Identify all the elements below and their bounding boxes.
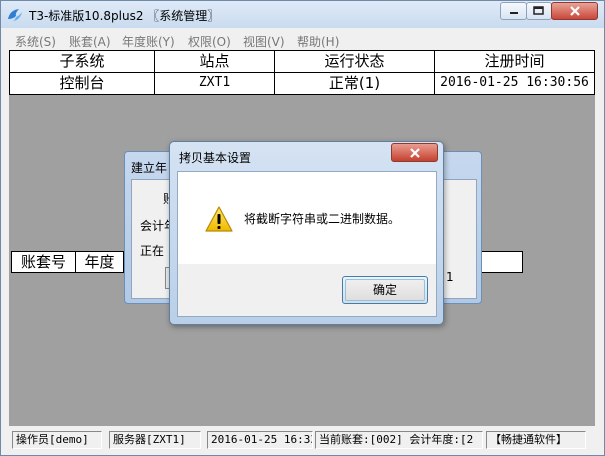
menu-view[interactable]: 视图(V): [243, 33, 285, 50]
header-year: 年度: [76, 252, 124, 272]
message-text: 将截断字符串或二进制数据。: [244, 212, 401, 226]
message-box-footer: 确定: [178, 264, 436, 316]
header-subsystem: 子系统: [10, 51, 155, 73]
header-status: 运行状态: [275, 51, 435, 73]
ok-button[interactable]: 确定: [342, 276, 428, 304]
close-icon: [569, 6, 580, 16]
cell-site[interactable]: ZXT1: [155, 73, 275, 94]
maximize-button[interactable]: [526, 2, 552, 20]
menu-system[interactable]: 系统(S): [15, 33, 56, 50]
header-site: 站点: [155, 51, 275, 73]
dialog-line-4: 1: [446, 270, 454, 284]
message-box-client: 将截断字符串或二进制数据。 确定: [177, 171, 437, 317]
subsystem-table: 子系统 站点 运行状态 注册时间 控制台 ZXT1 正常(1) 2016-01-…: [9, 50, 595, 95]
status-bar: 操作员[demo] 服务器[ZXT1] 2016-01-25 16:33 当前账…: [2, 428, 603, 454]
restore-icon: [533, 6, 544, 15]
close-icon: [409, 147, 420, 158]
minimize-icon: [509, 12, 518, 14]
header-account-no: 账套号: [12, 252, 76, 272]
menu-help[interactable]: 帮助(H): [297, 33, 339, 50]
message-box-close-button[interactable]: [391, 143, 438, 162]
minimize-button[interactable]: [500, 2, 527, 20]
status-server: 服务器[ZXT1]: [109, 431, 201, 449]
menu-account[interactable]: 账套(A): [69, 33, 111, 50]
app-logo-icon: [8, 9, 22, 21]
warning-icon: [205, 206, 233, 232]
status-operator: 操作员[demo]: [12, 431, 102, 449]
create-year-dialog-title: 建立年: [131, 161, 168, 175]
status-brand: 【畅捷通软件】: [486, 431, 586, 449]
menu-bar: 系统(S) 账套(A) 年度账(Y) 权限(O) 视图(V) 帮助(H): [2, 30, 603, 50]
status-datetime: 2016-01-25 16:33: [207, 431, 313, 449]
dialog-line-3: 正在: [140, 244, 165, 258]
title-bar: T3-标准版10.8plus2 〖系统管理〗: [1, 1, 604, 28]
copy-settings-message-box: 拷贝基本设置 将截断字符串或二进制数据。 确定: [169, 141, 444, 325]
window-title: T3-标准版10.8plus2 〖系统管理〗: [29, 9, 220, 23]
status-account: 当前账套:[002] 会计年度:[2: [315, 431, 483, 449]
cell-subsystem[interactable]: 控制台: [10, 73, 155, 94]
cell-register-time[interactable]: 2016-01-25 16:30:56: [435, 73, 594, 94]
close-button[interactable]: [551, 2, 598, 20]
main-window: T3-标准版10.8plus2 〖系统管理〗 系统(S) 账套(A) 年度账(Y…: [0, 0, 605, 456]
cell-status[interactable]: 正常(1): [275, 73, 435, 94]
menu-year-account[interactable]: 年度账(Y): [122, 33, 175, 50]
header-register-time: 注册时间: [435, 51, 594, 73]
menu-permission[interactable]: 权限(O): [188, 33, 231, 50]
message-box-title: 拷贝基本设置: [179, 151, 252, 165]
